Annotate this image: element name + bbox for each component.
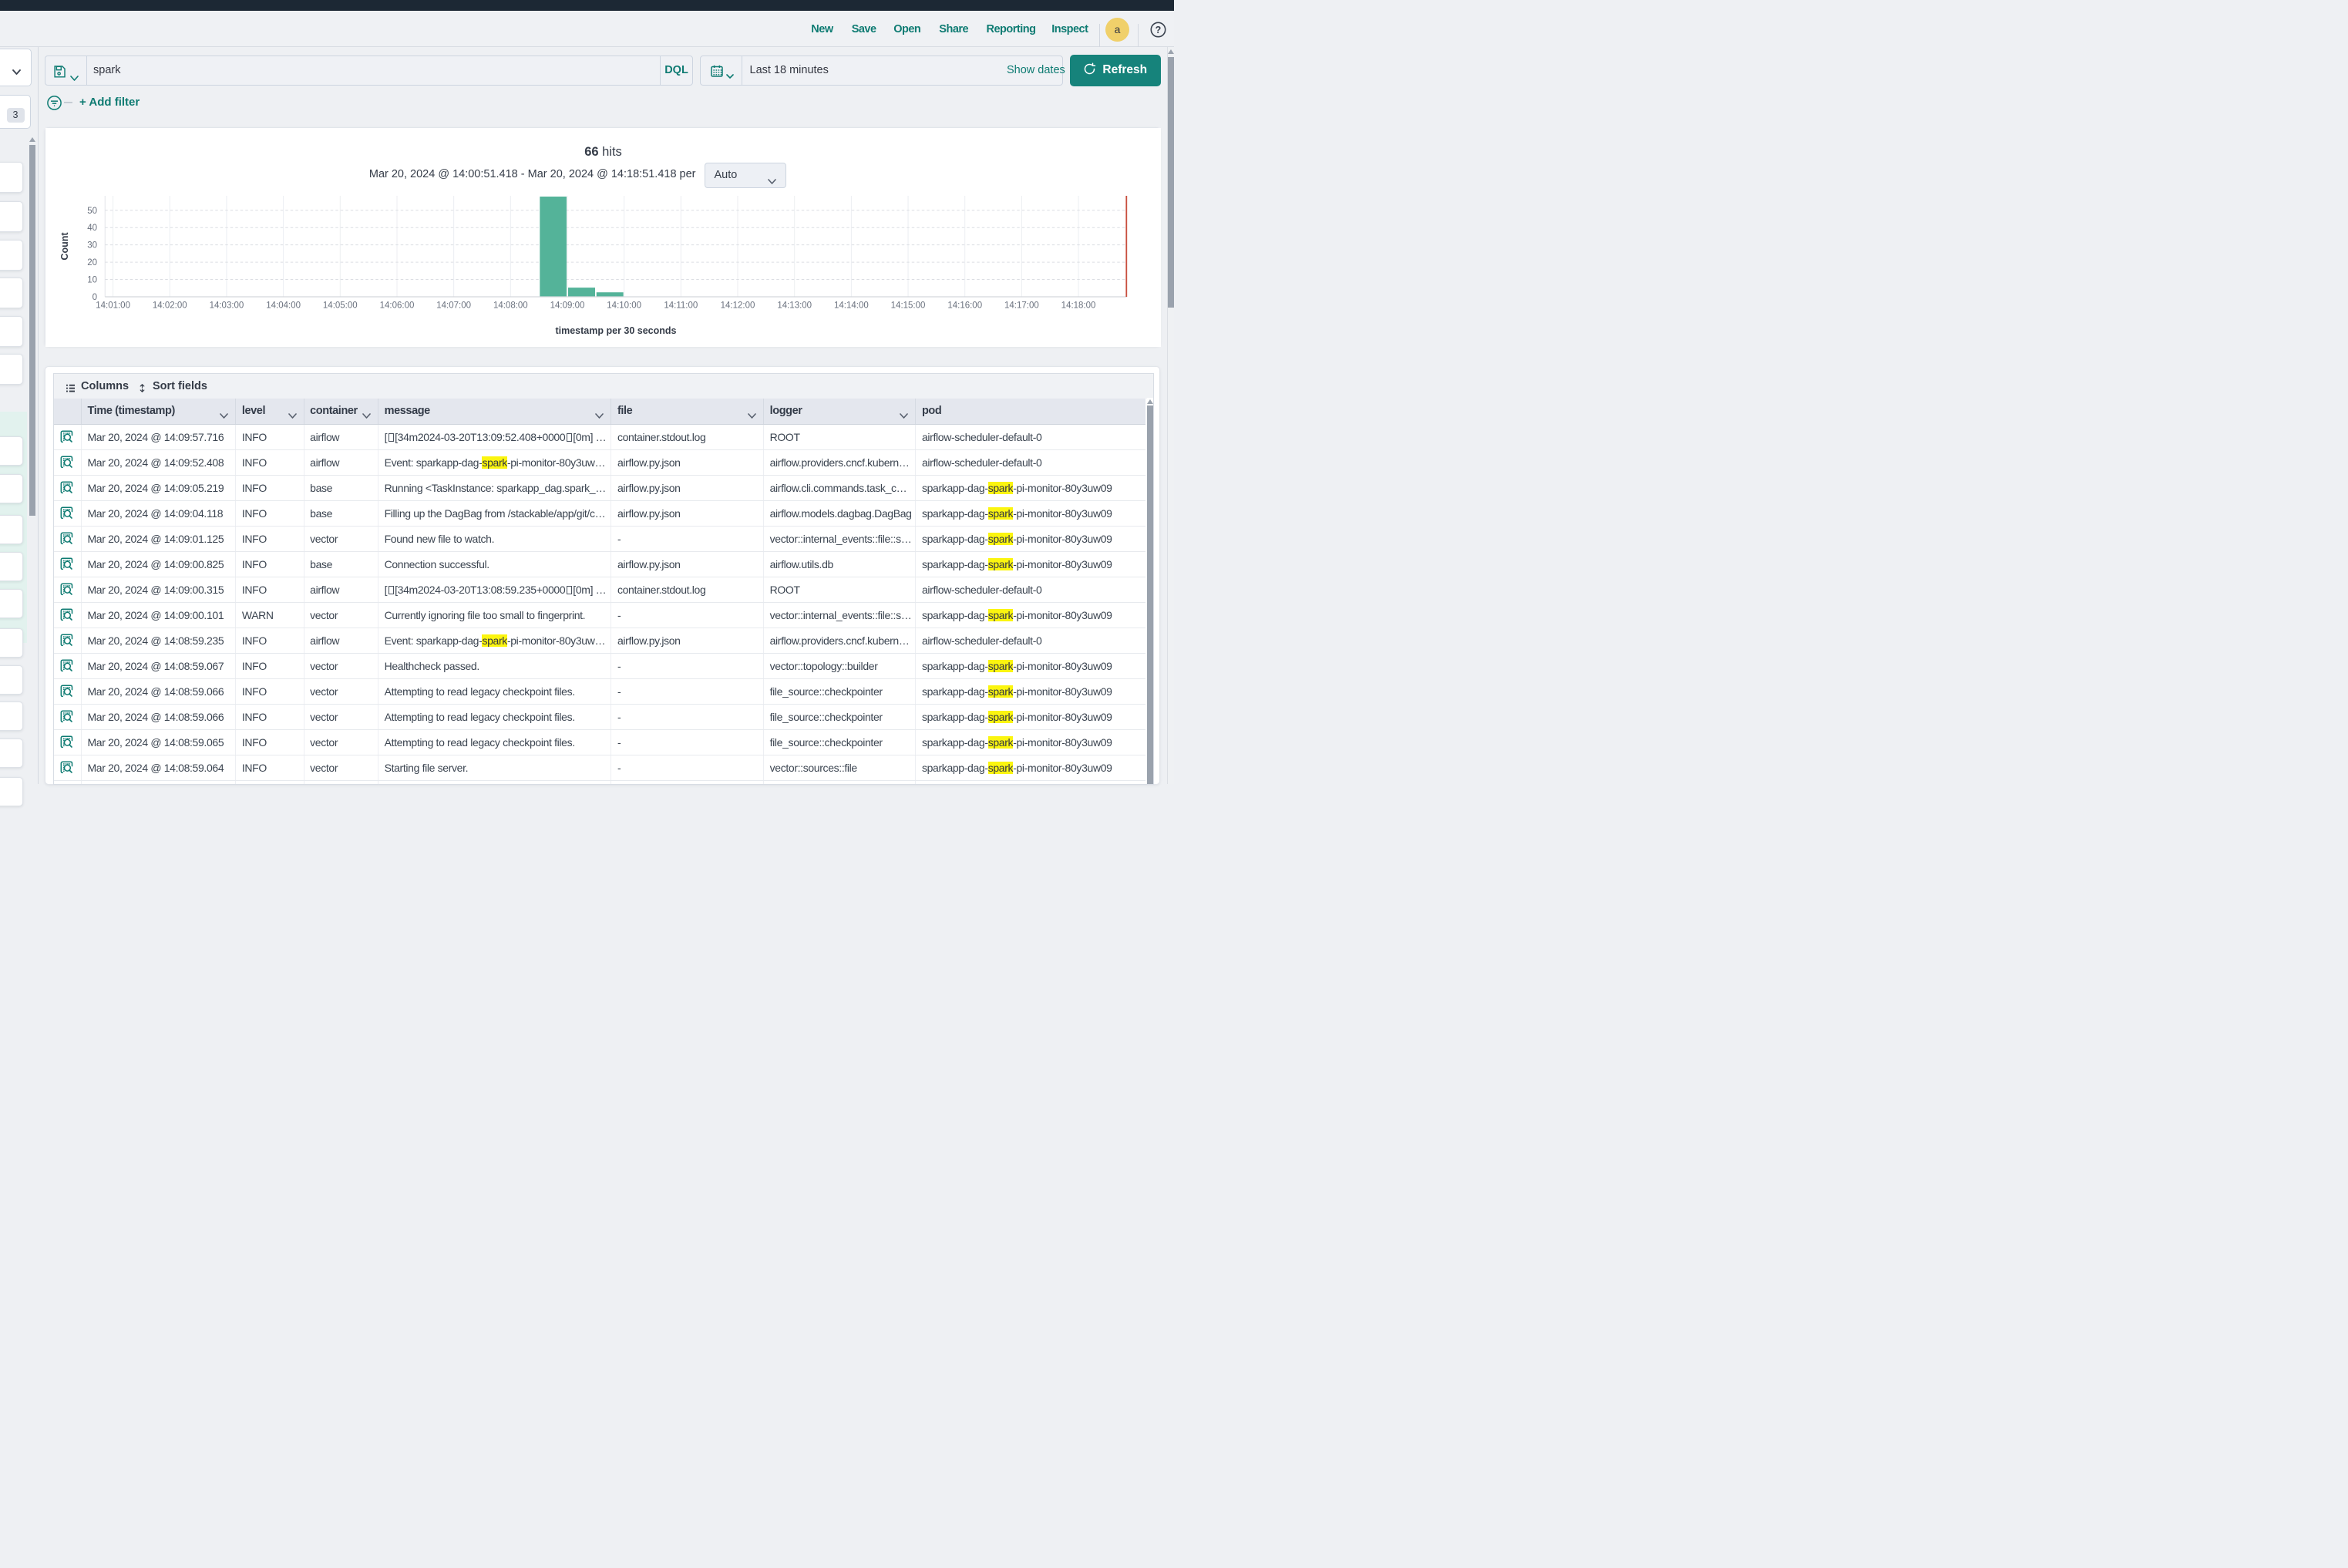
svg-text:14:06:00: 14:06:00 (380, 301, 415, 310)
svg-text:14:05:00: 14:05:00 (323, 301, 358, 310)
svg-text:14:14:00: 14:14:00 (834, 301, 869, 310)
svg-text:14:15:00: 14:15:00 (891, 301, 926, 310)
svg-text:14:01:00: 14:01:00 (96, 301, 130, 310)
svg-text:14:02:00: 14:02:00 (153, 301, 187, 310)
svg-text:14:09:00: 14:09:00 (550, 301, 585, 310)
svg-text:14:04:00: 14:04:00 (266, 301, 301, 310)
svg-text:14:03:00: 14:03:00 (210, 301, 244, 310)
svg-text:14:07:00: 14:07:00 (436, 301, 471, 310)
svg-text:Count: Count (59, 231, 70, 260)
svg-text:10: 10 (87, 275, 97, 284)
svg-text:20: 20 (87, 258, 97, 268)
svg-text:14:08:00: 14:08:00 (493, 301, 528, 310)
svg-text:14:13:00: 14:13:00 (777, 301, 812, 310)
svg-text:50: 50 (87, 206, 97, 215)
svg-text:?: ? (1155, 25, 1162, 35)
svg-text:14:17:00: 14:17:00 (1004, 301, 1039, 310)
svg-text:14:16:00: 14:16:00 (947, 301, 982, 310)
svg-text:30: 30 (87, 241, 97, 250)
svg-text:14:10:00: 14:10:00 (607, 301, 641, 310)
svg-text:14:18:00: 14:18:00 (1061, 301, 1096, 310)
svg-text:14:11:00: 14:11:00 (664, 301, 698, 310)
svg-text:14:12:00: 14:12:00 (721, 301, 755, 310)
svg-text:timestamp per 30 seconds: timestamp per 30 seconds (555, 325, 676, 336)
svg-text:40: 40 (87, 224, 97, 233)
